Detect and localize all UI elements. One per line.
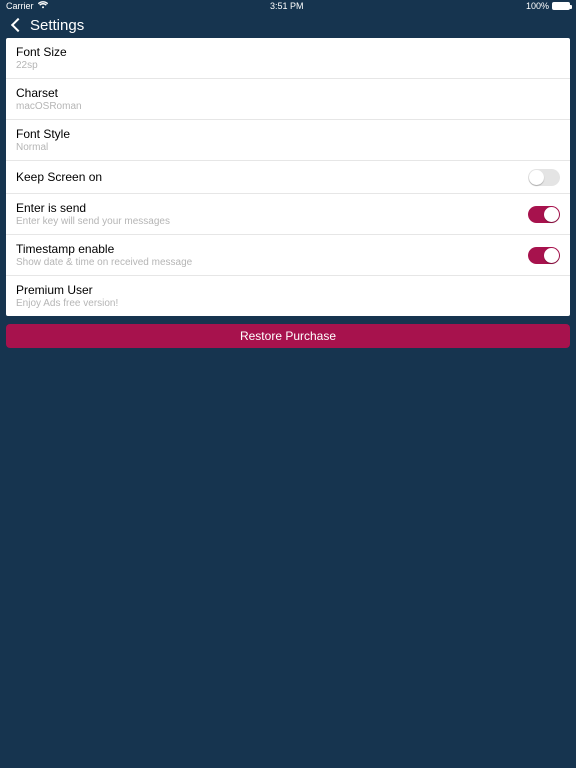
settings-list: Font Size 22sp Charset macOSRoman Font S… [6,38,570,316]
row-title: Charset [16,86,82,100]
nav-bar: Settings [0,12,576,38]
row-title: Font Style [16,127,70,141]
row-sub: 22sp [16,60,67,71]
status-left: Carrier [6,1,48,11]
row-sub: Enjoy Ads free version! [16,298,118,309]
row-enter-send[interactable]: Enter is send Enter key will send your m… [6,194,570,235]
wifi-icon [38,1,48,11]
row-keep-screen[interactable]: Keep Screen on [6,161,570,194]
row-sub: Normal [16,142,70,153]
row-premium[interactable]: Premium User Enjoy Ads free version! [6,276,570,316]
status-time: 3:51 PM [270,1,304,11]
page-title: Settings [30,17,84,34]
battery-icon [552,2,570,10]
row-charset[interactable]: Charset macOSRoman [6,79,570,120]
row-font-style[interactable]: Font Style Normal [6,120,570,161]
toggle-enter-send[interactable] [528,206,560,223]
row-title: Keep Screen on [16,168,102,186]
restore-purchase-button[interactable]: Restore Purchase [6,324,570,348]
row-title: Font Size [16,45,67,59]
row-timestamp[interactable]: Timestamp enable Show date & time on rec… [6,235,570,276]
back-icon[interactable] [10,17,20,33]
row-sub: macOSRoman [16,101,82,112]
row-font-size[interactable]: Font Size 22sp [6,38,570,79]
battery-percent: 100% [526,1,549,11]
row-title: Enter is send [16,201,170,215]
carrier-label: Carrier [6,1,34,11]
row-sub: Show date & time on received message [16,257,192,268]
status-right: 100% [526,1,570,11]
toggle-keep-screen[interactable] [528,169,560,186]
row-title: Premium User [16,283,118,297]
row-sub: Enter key will send your messages [16,216,170,227]
row-title: Timestamp enable [16,242,192,256]
status-bar: Carrier 3:51 PM 100% [0,0,576,12]
toggle-timestamp[interactable] [528,247,560,264]
